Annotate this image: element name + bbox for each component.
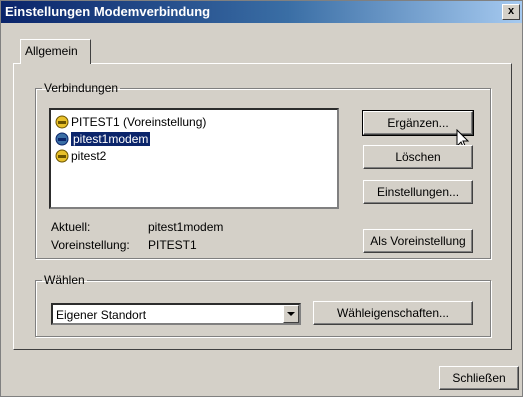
- connections-list[interactable]: PITEST1 (Voreinstellung) pitest1modem pi…: [49, 108, 339, 209]
- dialing-properties-button[interactable]: Wähleigenschaften...: [313, 301, 473, 325]
- add-button-label: Ergänzen...: [387, 116, 449, 130]
- tab-allgemein[interactable]: Allgemein: [20, 39, 91, 64]
- window-title: Einstellungen Modemverbindung: [5, 4, 211, 19]
- list-item-label: pitest2: [71, 149, 107, 163]
- settings-button[interactable]: Einstellungen...: [363, 180, 473, 204]
- close-button-label: Schließen: [452, 371, 506, 385]
- list-item-label: pitest1modem: [71, 132, 151, 146]
- location-select[interactable]: Eigener Standort: [51, 303, 301, 325]
- dialing-properties-button-label: Wähleigenschaften...: [336, 306, 450, 320]
- close-window-button[interactable]: x: [502, 4, 520, 20]
- set-default-button[interactable]: Als Voreinstellung: [363, 229, 473, 253]
- current-value: pitest1modem: [148, 220, 224, 234]
- default-value: PITEST1: [148, 238, 197, 252]
- chevron-down-icon: [287, 312, 295, 316]
- tab-label: Allgemein: [25, 44, 78, 58]
- delete-button[interactable]: Löschen: [363, 145, 473, 169]
- connections-group-label: Verbindungen: [44, 81, 119, 95]
- modem-icon: [55, 132, 69, 146]
- default-label: Voreinstellung:: [51, 238, 130, 252]
- list-item-label: PITEST1 (Voreinstellung): [71, 115, 207, 129]
- settings-button-label: Einstellungen...: [376, 185, 460, 199]
- current-label: Aktuell:: [51, 220, 91, 234]
- modem-icon: [55, 149, 69, 163]
- close-button[interactable]: Schließen: [439, 366, 519, 390]
- title-bar[interactable]: Einstellungen Modemverbindung x: [1, 1, 522, 23]
- list-item[interactable]: PITEST1 (Voreinstellung): [55, 114, 206, 130]
- modem-icon: [55, 115, 69, 129]
- dialog-window: Einstellungen Modemverbindung x Allgemei…: [0, 0, 523, 397]
- delete-button-label: Löschen: [395, 150, 441, 164]
- set-default-button-label: Als Voreinstellung: [370, 234, 466, 248]
- list-item-selected[interactable]: pitest1modem: [55, 131, 151, 147]
- dialing-group-label: Wählen: [44, 273, 85, 287]
- list-item[interactable]: pitest2: [55, 148, 106, 164]
- dropdown-arrow-button[interactable]: [283, 305, 299, 323]
- location-select-value: Eigener Standort: [56, 308, 147, 322]
